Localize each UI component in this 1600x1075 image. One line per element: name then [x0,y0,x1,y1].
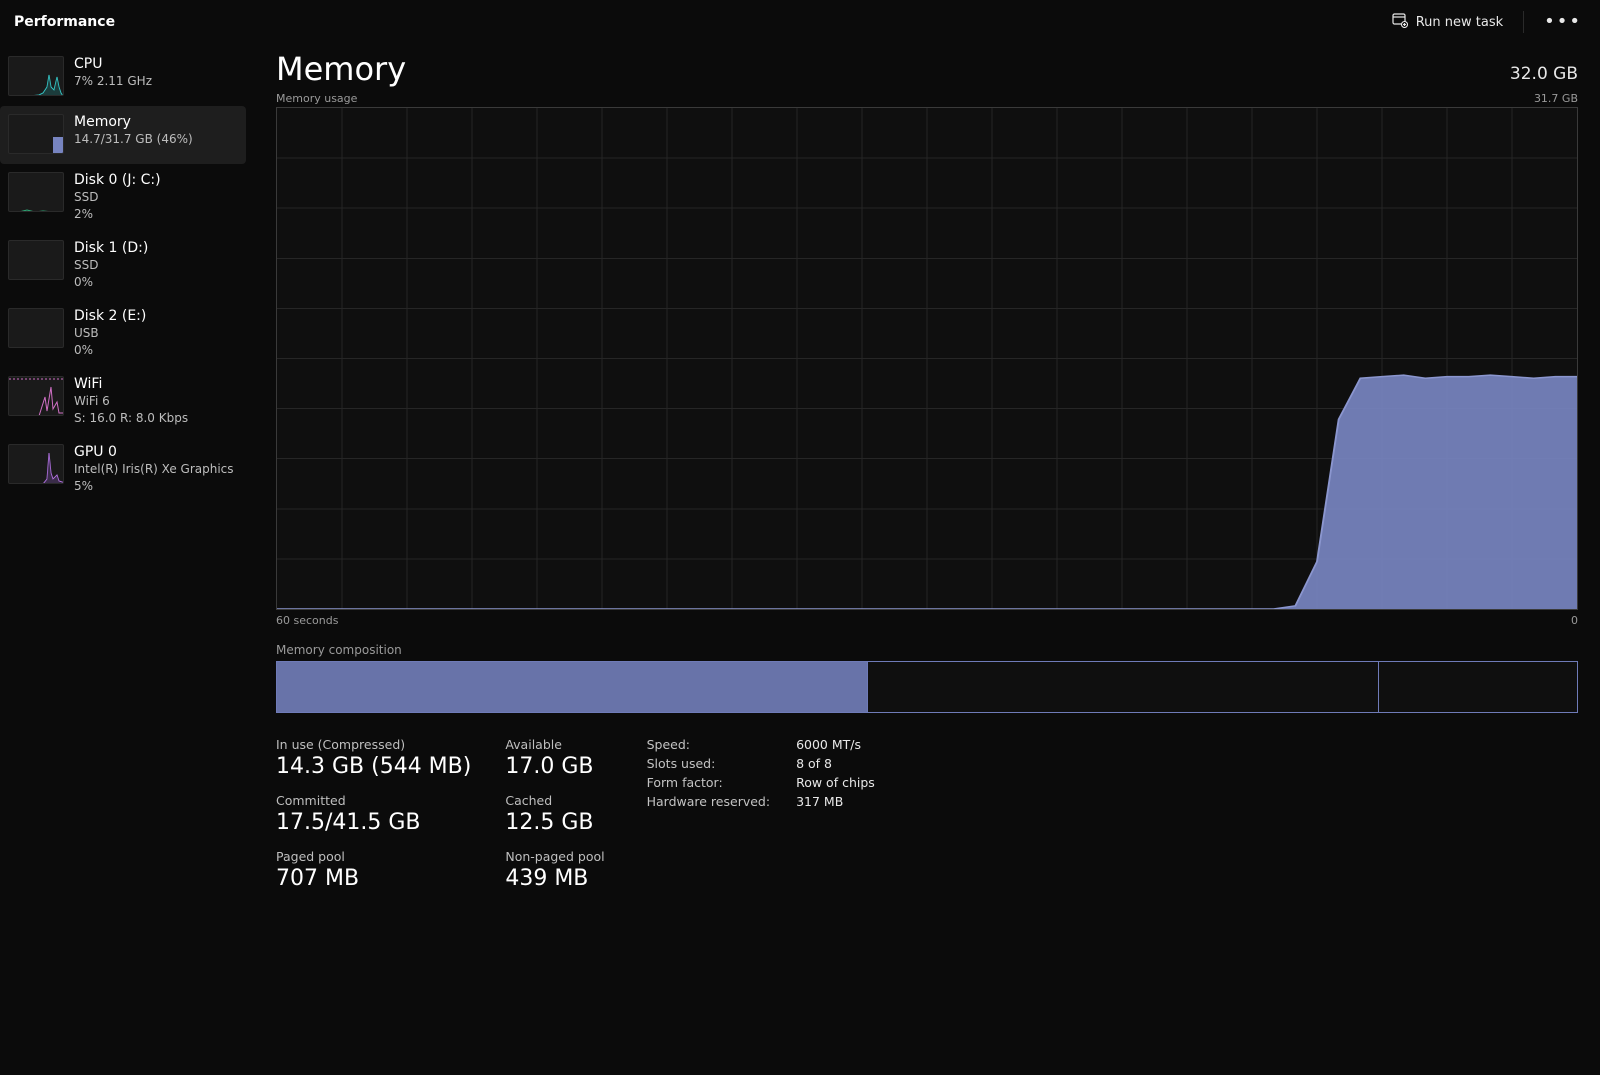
memory-specs: Speed:6000 MT/s Slots used:8 of 8 Form f… [647,737,875,809]
memory-capacity: 32.0 GB [1510,64,1578,88]
gpu-thumbnail [8,444,64,484]
section-title: Memory [276,50,406,88]
main-content: Memory 32.0 GB Memory usage 31.7 GB 60 s… [246,40,1600,1075]
composition-in-use [277,662,867,712]
sidebar-item-sub: 7% 2.11 GHz [74,74,152,89]
memory-thumbnail [8,114,64,154]
memory-composition-bar[interactable] [276,661,1578,713]
composition-standby [867,662,1379,712]
sidebar-item-disk2[interactable]: Disk 2 (E:) USB 0% [0,300,246,368]
sidebar-item-label: Memory [74,114,193,130]
disk-thumbnail [8,240,64,280]
separator [1523,11,1524,33]
composition-title: Memory composition [276,643,1578,657]
sidebar-item-sub: SSD [74,258,148,273]
sidebar-item-sub: Intel(R) Iris(R) Xe Graphics [74,462,234,477]
ellipsis-icon: ••• [1544,11,1582,32]
x-axis-left: 60 seconds [276,614,338,627]
page-title: Performance [14,14,115,30]
sidebar-item-sub: SSD [74,190,161,205]
x-axis-right: 0 [1571,614,1578,627]
sidebar-item-sub: USB [74,326,146,341]
stat-paged: Paged pool 707 MB [276,849,471,891]
disk-thumbnail [8,172,64,212]
sidebar-item-label: WiFi [74,376,188,392]
sidebar-item-gpu0[interactable]: GPU 0 Intel(R) Iris(R) Xe Graphics 5% [0,436,246,504]
run-task-icon [1392,12,1408,32]
performance-sidebar: CPU 7% 2.11 GHz Memory 14.7/31.7 GB (46%… [0,40,246,1075]
sidebar-item-sub2: S: 16.0 R: 8.0 Kbps [74,411,188,426]
sidebar-item-label: Disk 0 (J: C:) [74,172,161,188]
memory-usage-chart[interactable] [276,107,1578,610]
sidebar-item-label: GPU 0 [74,444,234,460]
sidebar-item-sub2: 0% [74,275,148,290]
run-new-task-button[interactable]: Run new task [1382,6,1513,38]
header-actions: Run new task ••• [1382,6,1592,38]
composition-free [1379,662,1577,712]
sidebar-item-sub: 14.7/31.7 GB (46%) [74,132,193,147]
stat-available: Available 17.0 GB [505,737,604,779]
stat-nonpaged: Non-paged pool 439 MB [505,849,604,891]
stat-committed: Committed 17.5/41.5 GB [276,793,471,835]
sidebar-item-label: Disk 1 (D:) [74,240,148,256]
sidebar-item-sub: WiFi 6 [74,394,188,409]
sidebar-item-disk1[interactable]: Disk 1 (D:) SSD 0% [0,232,246,300]
disk-thumbnail [8,308,64,348]
run-new-task-label: Run new task [1416,15,1503,30]
sidebar-item-disk0[interactable]: Disk 0 (J: C:) SSD 2% [0,164,246,232]
more-options-button[interactable]: ••• [1534,7,1592,37]
sidebar-item-cpu[interactable]: CPU 7% 2.11 GHz [0,48,246,106]
sidebar-item-wifi[interactable]: WiFi WiFi 6 S: 16.0 R: 8.0 Kbps [0,368,246,436]
wifi-thumbnail [8,376,64,416]
header-bar: Performance Run new task ••• [0,0,1600,40]
usage-chart-title: Memory usage [276,92,357,105]
cpu-thumbnail [8,56,64,96]
stat-cached: Cached 12.5 GB [505,793,604,835]
sidebar-item-sub2: 0% [74,343,146,358]
sidebar-item-sub2: 2% [74,207,161,222]
sidebar-item-label: Disk 2 (E:) [74,308,146,324]
stat-in-use: In use (Compressed) 14.3 GB (544 MB) [276,737,471,779]
sidebar-item-label: CPU [74,56,152,72]
usage-chart-max: 31.7 GB [1534,92,1578,105]
memory-stats: In use (Compressed) 14.3 GB (544 MB) Ava… [276,737,1578,891]
sidebar-item-sub2: 5% [74,479,234,494]
sidebar-item-memory[interactable]: Memory 14.7/31.7 GB (46%) [0,106,246,164]
